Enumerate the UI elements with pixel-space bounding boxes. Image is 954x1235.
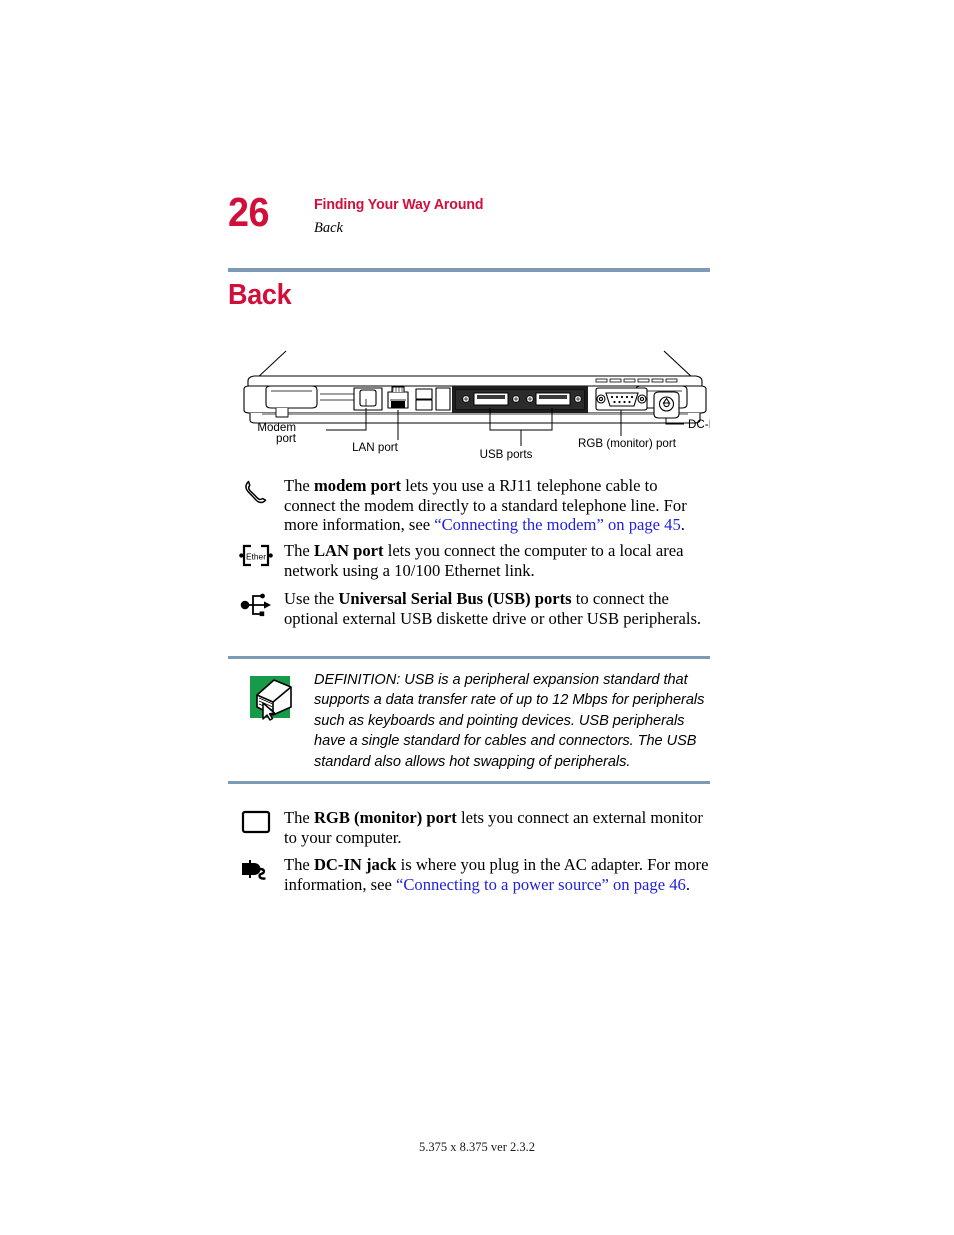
usb-term: Universal Serial Bus (USB) ports <box>338 589 572 608</box>
usb-trident-icon <box>228 589 284 619</box>
definition-text: DEFINITION: USB is a peripheral expansio… <box>314 672 705 770</box>
lan-port-item: Ether The LAN port lets you connect the … <box>228 541 710 580</box>
telephone-handset-icon <box>228 476 284 508</box>
dcin-term: DC-IN jack <box>313 855 397 874</box>
laptop-back-panel-figure: Modem port LAN port USB ports RGB (monit… <box>240 348 710 470</box>
lan-term: LAN port <box>313 541 384 560</box>
manual-page: 26 Finding Your Way Around Back Back Mod… <box>0 0 954 1235</box>
callout-content: DEFINITION: USB is a peripheral expansio… <box>228 670 710 772</box>
modem-port-paragraph: The modem port lets you use a RJ11 telep… <box>284 476 710 535</box>
modem-lead: The <box>284 476 314 495</box>
dcin-body-2: . <box>685 874 690 894</box>
rgb-term: RGB (monitor) port <box>313 808 457 827</box>
ethernet-icon-label: Ether <box>246 551 266 561</box>
callout-dcin: DC-IN jack <box>688 418 710 431</box>
laptop-back-panel-illustration: Modem port LAN port USB ports RGB (monit… <box>243 350 710 461</box>
dcin-lead: The <box>284 855 314 874</box>
page-header: 26 Finding Your Way Around Back <box>228 192 710 262</box>
lan-port-paragraph: The LAN port lets you connect the comput… <box>284 541 710 580</box>
modem-port-item: The modem port lets you use a RJ11 telep… <box>228 476 710 535</box>
monitor-outline-icon <box>228 808 284 834</box>
power-plug-icon <box>228 855 284 883</box>
rgb-port-paragraph: The RGB (monitor) port lets you connect … <box>284 808 710 847</box>
ethernet-port-icon: Ether <box>228 541 284 569</box>
rgb-port-item: The RGB (monitor) port lets you connect … <box>228 808 710 847</box>
dc-in-jack-item: The DC-IN jack is where you plug in the … <box>228 855 710 894</box>
link-connecting-to-a-power-source[interactable]: “Connecting to a power source” on page 4… <box>396 875 686 894</box>
section-subtitle: Back <box>314 220 343 236</box>
link-connecting-the-modem[interactable]: “Connecting the modem” on page 45 <box>434 515 681 534</box>
modem-body-2: . <box>680 515 685 535</box>
usb-ports-paragraph: Use the Universal Serial Bus (USB) ports… <box>284 589 710 628</box>
header-titles: Finding Your Way Around Back <box>314 196 494 237</box>
rgb-lead: The <box>284 808 314 827</box>
callout-lan: LAN port <box>352 441 399 454</box>
chapter-title: Finding Your Way Around <box>314 196 484 213</box>
usb-ports-item: Use the Universal Serial Bus (USB) ports… <box>228 589 710 628</box>
usb-lead: Use the <box>284 589 339 608</box>
dc-in-jack-paragraph: The DC-IN jack is where you plug in the … <box>284 855 710 894</box>
page-title: Back <box>228 279 292 311</box>
callout-bottom-divider <box>228 781 710 784</box>
page-number: 26 <box>228 189 270 235</box>
page-footer: 5.375 x 8.375 ver 2.3.2 <box>419 1140 535 1154</box>
lan-lead: The <box>284 541 314 560</box>
callout-rgb: RGB (monitor) port <box>578 437 677 450</box>
definition-book-icon <box>228 670 314 723</box>
callout-top-divider <box>228 656 710 659</box>
callout-usb: USB ports <box>480 448 533 461</box>
header-divider <box>228 268 710 272</box>
modem-term: modem port <box>313 476 402 495</box>
callout-modem-line2: port <box>276 432 297 445</box>
